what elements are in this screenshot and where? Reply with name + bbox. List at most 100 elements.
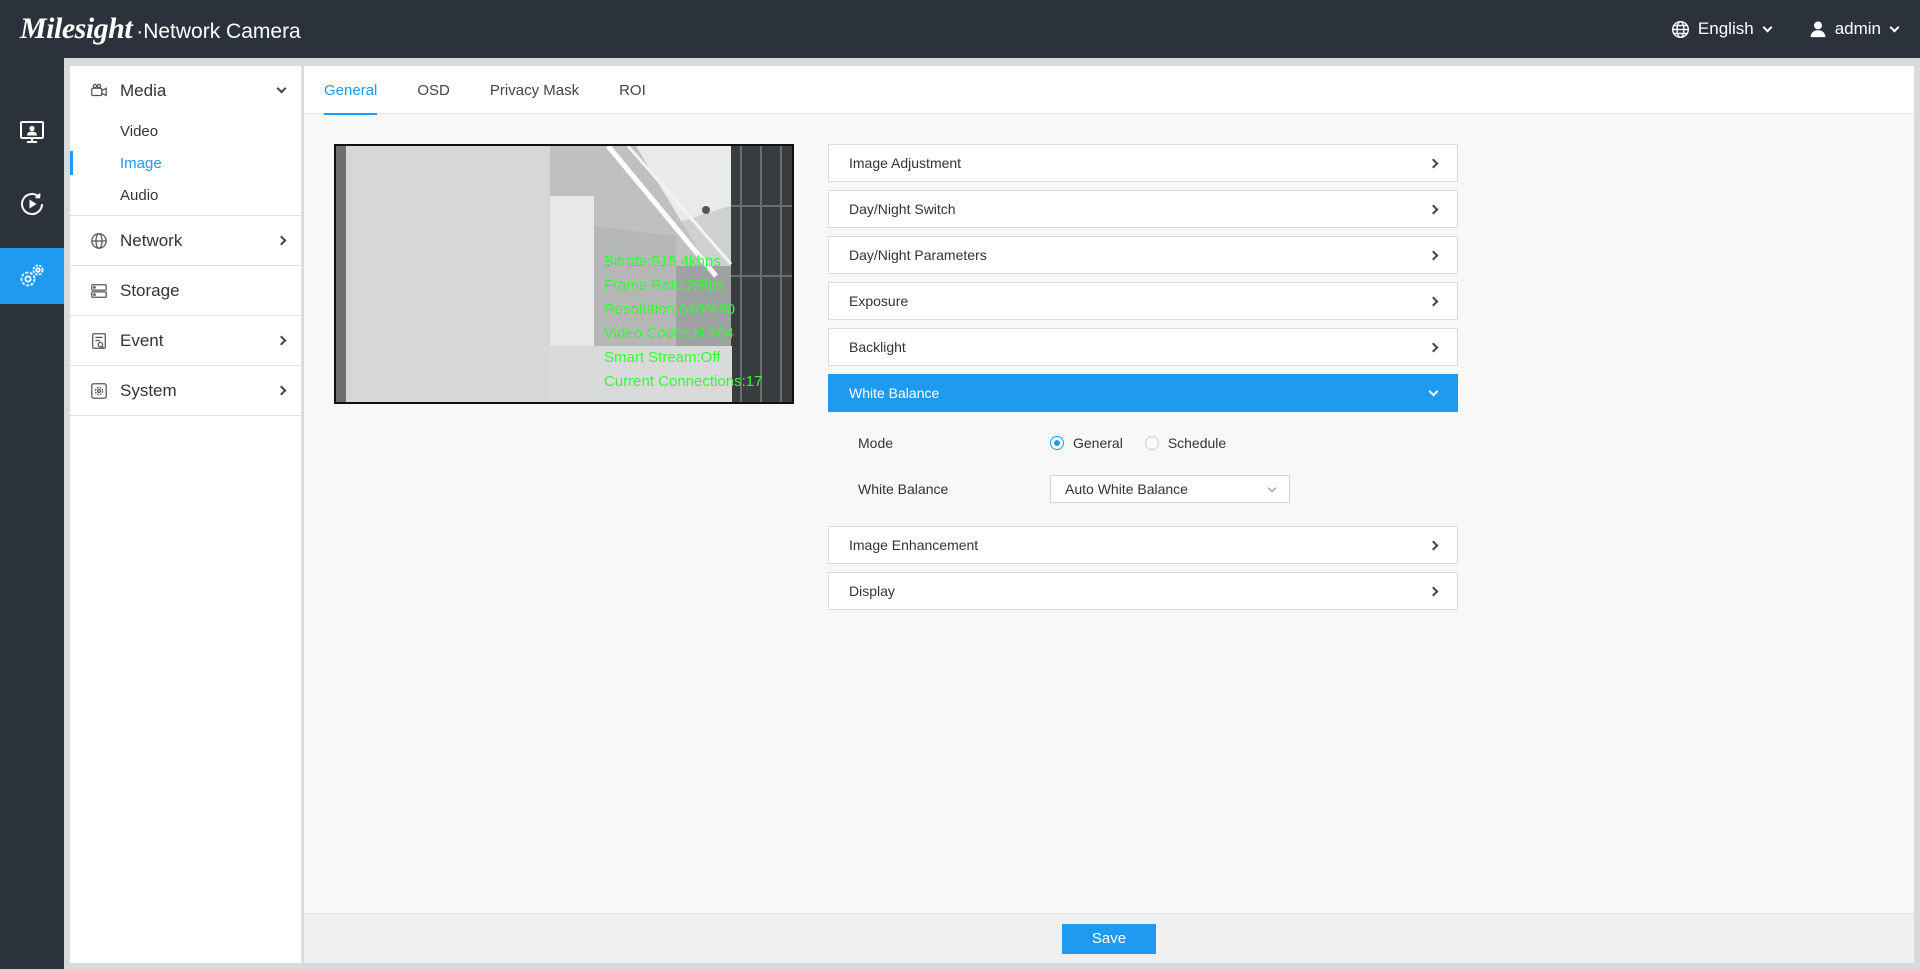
- mode-radio-schedule[interactable]: Schedule: [1144, 435, 1227, 451]
- chevron-right-icon: [1428, 540, 1439, 550]
- accordion-label: White Balance: [849, 385, 940, 401]
- radio-label: Schedule: [1167, 435, 1227, 451]
- live-preview[interactable]: Bitrate:515.4kbps Frame Rate:25fps Resol…: [334, 144, 794, 404]
- white-balance-label: White Balance: [858, 481, 949, 497]
- rail-live-view[interactable]: [0, 104, 64, 160]
- accordion-white-balance[interactable]: White Balance: [828, 374, 1458, 412]
- white-balance-row: White Balance Auto White Balance: [828, 466, 1458, 512]
- chevron-right-icon: [276, 235, 287, 246]
- gears-icon: [20, 264, 44, 287]
- accordion-day-night-parameters[interactable]: Day/Night Parameters: [828, 236, 1458, 274]
- mode-radio-general[interactable]: General: [1050, 435, 1123, 451]
- submenu-item-audio[interactable]: Audio: [70, 179, 301, 211]
- tab-roi[interactable]: ROI: [619, 66, 646, 114]
- menu-section-event: Event: [70, 316, 301, 366]
- menu-section-network: Network: [70, 216, 301, 266]
- accordion-label: Display: [849, 583, 895, 599]
- menu-item-media[interactable]: Media: [70, 66, 301, 115]
- storage-icon: [91, 283, 107, 298]
- accordion-image-adjustment[interactable]: Image Adjustment: [828, 144, 1458, 182]
- nav-rail: [0, 58, 64, 969]
- brand-name: Milesight: [20, 12, 133, 45]
- chevron-down-icon: [276, 83, 287, 94]
- camera-icon: [91, 83, 107, 97]
- accordion-backlight[interactable]: Backlight: [828, 328, 1458, 366]
- user-dropdown[interactable]: admin: [1809, 19, 1900, 39]
- accordion-label: Backlight: [849, 339, 906, 355]
- accordion-exposure[interactable]: Exposure: [828, 282, 1458, 320]
- gutter: [64, 58, 1920, 66]
- page-scrollbar[interactable]: [1914, 66, 1920, 963]
- footer-bar: Save: [304, 913, 1914, 963]
- menu-label: Network: [120, 230, 183, 250]
- accordion-label: Image Enhancement: [849, 537, 979, 553]
- radio-checked-icon: [1050, 436, 1064, 450]
- top-bar: Milesight ·Network Camera English admin: [0, 0, 1920, 58]
- menu-item-network[interactable]: Network: [70, 216, 301, 265]
- globe-icon: [1671, 20, 1689, 38]
- chevron-down-icon: [1762, 22, 1773, 32]
- tab-privacy-mask[interactable]: Privacy Mask: [490, 66, 579, 114]
- osd-resolution: Resolution:640*480: [604, 301, 735, 318]
- chevron-right-icon: [1428, 342, 1439, 352]
- side-menu: Media Video Image Audio Network Storage: [70, 66, 302, 963]
- menu-item-storage[interactable]: Storage: [70, 266, 301, 315]
- mode-label: Mode: [858, 435, 894, 451]
- image-settings-accordion: Image Adjustment Day/Night Switch Day/Ni…: [828, 144, 1458, 618]
- osd-overlay: Bitrate:515.4kbps Frame Rate:25fps Resol…: [604, 250, 762, 394]
- tab-osd[interactable]: OSD: [417, 66, 450, 114]
- chevron-right-icon: [1428, 250, 1439, 260]
- menu-label: Media: [120, 80, 167, 100]
- chevron-down-icon: [1889, 22, 1900, 32]
- main-panel: General OSD Privacy Mask ROI Bitrate:515…: [304, 66, 1914, 963]
- rail-settings[interactable]: [0, 248, 64, 304]
- user-icon: [1810, 21, 1826, 38]
- chevron-right-icon: [1428, 296, 1439, 306]
- accordion-label: Day/Night Parameters: [849, 247, 987, 263]
- select-value: Auto White Balance: [1065, 481, 1188, 497]
- menu-section-storage: Storage: [70, 266, 301, 316]
- accordion-label: Exposure: [849, 293, 909, 309]
- system-gear-icon: [91, 382, 107, 399]
- language-label: English: [1697, 19, 1754, 38]
- osd-smart-stream: Smart Stream:Off: [604, 349, 721, 366]
- chevron-right-icon: [1428, 204, 1439, 214]
- rail-playback[interactable]: [0, 176, 64, 232]
- radio-unchecked-icon: [1144, 436, 1159, 450]
- osd-bitrate: Bitrate:515.4kbps: [604, 253, 721, 270]
- accordion-day-night-switch[interactable]: Day/Night Switch: [828, 190, 1458, 228]
- submenu-item-image[interactable]: Image: [70, 147, 301, 179]
- username: admin: [1834, 19, 1881, 38]
- accordion-label: Day/Night Switch: [849, 201, 956, 217]
- language-dropdown[interactable]: English: [1671, 19, 1773, 39]
- chevron-down-icon: [1267, 483, 1277, 492]
- chevron-right-icon: [276, 385, 287, 396]
- menu-item-event[interactable]: Event: [70, 316, 301, 365]
- white-balance-select[interactable]: Auto White Balance: [1050, 475, 1290, 503]
- event-icon: [92, 332, 106, 349]
- tab-general[interactable]: General: [324, 66, 378, 115]
- accordion-image-enhancement[interactable]: Image Enhancement: [828, 526, 1458, 564]
- chevron-right-icon: [276, 335, 287, 346]
- osd-connections: Current Connections:17: [604, 373, 763, 390]
- logo: Milesight ·Network Camera: [20, 12, 301, 46]
- chevron-down-icon: [1428, 386, 1439, 396]
- menu-section-system: System: [70, 366, 301, 416]
- white-balance-panel: Mode General Schedule White Balance Auto…: [828, 412, 1458, 526]
- mode-row: Mode General Schedule: [828, 420, 1458, 466]
- accordion-display[interactable]: Display: [828, 572, 1458, 610]
- submenu-item-video[interactable]: Video: [70, 115, 301, 147]
- menu-label: Storage: [120, 280, 180, 300]
- monitor-icon: [20, 121, 44, 143]
- save-button[interactable]: Save: [1062, 923, 1156, 954]
- osd-video-codec: Video Codec:H.264: [604, 325, 734, 342]
- menu-item-system[interactable]: System: [70, 366, 301, 415]
- globe-icon: [91, 232, 107, 249]
- menu-label: System: [120, 380, 177, 400]
- chevron-right-icon: [1428, 586, 1439, 596]
- radio-label: General: [1073, 435, 1123, 451]
- menu-section-media: Media Video Image Audio: [70, 66, 301, 216]
- osd-frame-rate: Frame Rate:25fps: [604, 277, 725, 294]
- chevron-right-icon: [1428, 158, 1439, 168]
- accordion-label: Image Adjustment: [849, 155, 962, 171]
